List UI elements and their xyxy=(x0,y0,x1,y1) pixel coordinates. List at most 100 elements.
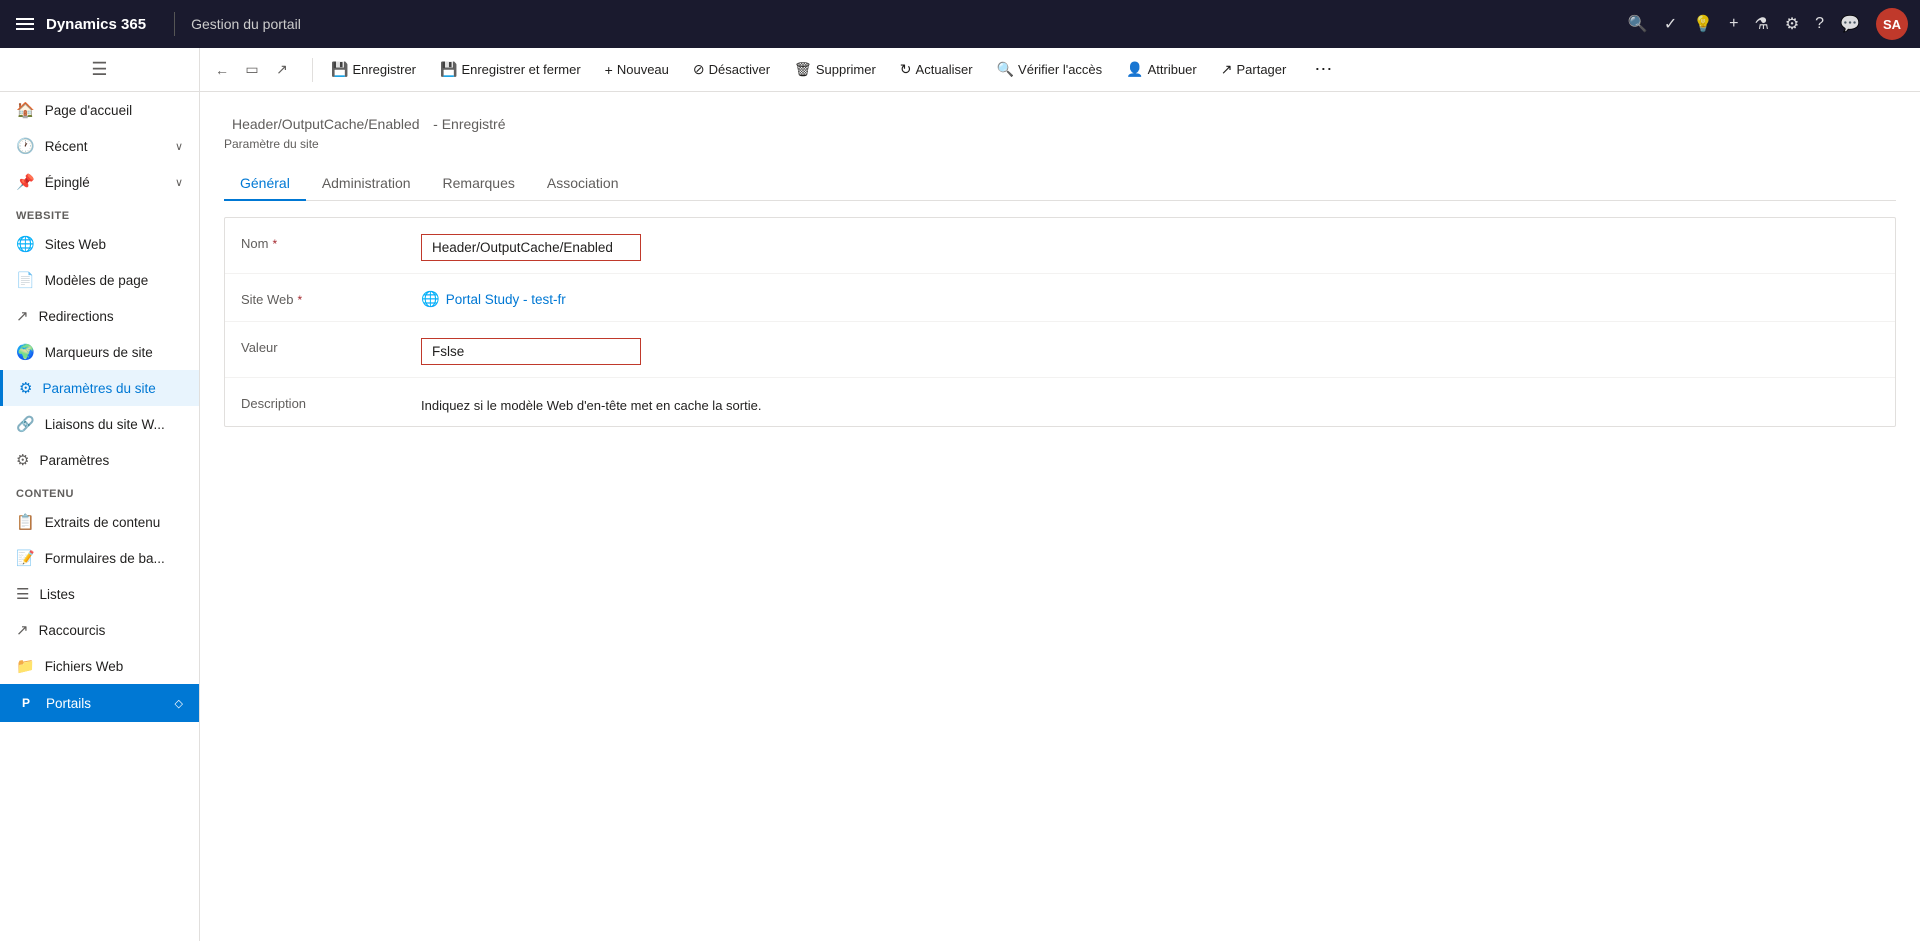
form-row-description: Description Indiquez si le modèle Web d'… xyxy=(225,378,1895,426)
sidebar-label-marqueurs: Marqueurs de site xyxy=(45,345,153,360)
sidebar-item-home[interactable]: 🏠 Page d'accueil xyxy=(0,92,199,128)
cmd-sep-1 xyxy=(312,58,313,82)
site-web-value: 🌐 Portal Study - test-fr xyxy=(421,286,1879,308)
plus-icon[interactable]: + xyxy=(1729,15,1738,33)
parametres-icon: ⚙ xyxy=(16,451,29,469)
tab-general[interactable]: Général xyxy=(224,167,306,201)
back-button[interactable]: ← xyxy=(208,56,236,84)
new-button[interactable]: + Nouveau xyxy=(595,58,679,82)
valeur-label: Valeur xyxy=(241,334,421,355)
nom-label: Nom * xyxy=(241,230,421,251)
gear-icon[interactable]: ⚙ xyxy=(1785,14,1799,34)
delete-label: Supprimer xyxy=(816,62,876,77)
sites-web-icon: 🌐 xyxy=(16,235,35,253)
sidebar-item-liaisons[interactable]: 🔗 Liaisons du site W... xyxy=(0,406,199,442)
bulb-icon[interactable]: 💡 xyxy=(1693,14,1713,34)
sidebar-item-parametres[interactable]: ⚙ Paramètres xyxy=(0,442,199,478)
home-icon: 🏠 xyxy=(16,101,35,119)
verify-button[interactable]: 🔍 Vérifier l'accès xyxy=(987,57,1113,82)
description-value: Indiquez si le modèle Web d'en-tête met … xyxy=(421,390,1879,413)
filter-icon[interactable]: ⚗ xyxy=(1754,14,1768,34)
assign-label: Attribuer xyxy=(1148,62,1197,77)
form-row-valeur: Valeur xyxy=(225,322,1895,378)
tab-administration[interactable]: Administration xyxy=(306,167,427,201)
site-web-link-text: Portal Study - test-fr xyxy=(446,292,566,307)
pinned-icon: 📌 xyxy=(16,173,35,191)
delete-button[interactable]: 🗑 Supprimer xyxy=(784,57,886,82)
refresh-icon: ↻ xyxy=(900,61,912,78)
nav-buttons: ← ▭ ↗ xyxy=(208,56,296,84)
share-icon: ↗ xyxy=(1221,61,1233,78)
sidebar-item-portals[interactable]: P Portails ◇ xyxy=(0,684,199,722)
check-icon[interactable]: ✓ xyxy=(1664,14,1677,34)
more-button[interactable]: ⋯ xyxy=(1304,55,1342,84)
form-button[interactable]: ▭ xyxy=(238,56,266,84)
sidebar-label-liaisons: Liaisons du site W... xyxy=(45,417,165,432)
save-close-icon: 💾 xyxy=(440,61,457,78)
nom-value xyxy=(421,230,1879,261)
sidebar-item-formulaires[interactable]: 📝 Formulaires de ba... xyxy=(0,540,199,576)
page-title: Header/OutputCache/Enabled - Enregistré xyxy=(224,112,1896,135)
refresh-button[interactable]: ↻ Actualiser xyxy=(890,57,983,82)
sidebar-label-redirections: Redirections xyxy=(39,309,114,324)
tab-association[interactable]: Association xyxy=(531,167,635,201)
sidebar-item-recent[interactable]: 🕐 Récent ∨ xyxy=(0,128,199,164)
listes-icon: ☰ xyxy=(16,585,29,603)
app-grid-icon[interactable] xyxy=(12,14,38,34)
redirections-icon: ↗ xyxy=(16,307,29,325)
deactivate-icon: ⊘ xyxy=(693,61,705,78)
page-status: - Enregistré xyxy=(433,116,505,132)
site-web-required: * xyxy=(298,293,303,307)
share-label: Partager xyxy=(1236,62,1286,77)
assign-button[interactable]: 👤 Attribuer xyxy=(1116,57,1207,82)
share-button[interactable]: ↗ Partager xyxy=(1211,57,1297,82)
sidebar-label-parametres: Paramètres xyxy=(39,453,109,468)
command-bar: ← ▭ ↗ 💾 Enregistrer 💾 Enregistrer et fer… xyxy=(200,48,1920,92)
save-button[interactable]: 💾 Enregistrer xyxy=(321,57,426,82)
open-button[interactable]: ↗ xyxy=(268,56,296,84)
portals-icon: P xyxy=(16,693,36,713)
search-icon[interactable]: 🔍 xyxy=(1628,14,1648,34)
extraits-icon: 📋 xyxy=(16,513,35,531)
help-icon[interactable]: ? xyxy=(1815,15,1824,33)
sidebar-item-listes[interactable]: ☰ Listes xyxy=(0,576,199,612)
formulaires-icon: 📝 xyxy=(16,549,35,567)
sidebar-item-modeles[interactable]: 📄 Modèles de page xyxy=(0,262,199,298)
website-section: Website xyxy=(0,200,199,226)
tab-remarques[interactable]: Remarques xyxy=(427,167,531,201)
nom-input[interactable] xyxy=(421,234,641,261)
sidebar-item-redirections[interactable]: ↗ Redirections xyxy=(0,298,199,334)
form-row-site-web: Site Web * 🌐 Portal Study - test-fr xyxy=(225,274,1895,322)
page-subtitle: Paramètre du site xyxy=(224,137,1896,151)
sidebar-label-recent: Récent xyxy=(45,139,88,154)
sidebar-label-portals: Portails xyxy=(46,696,91,711)
topbar-divider xyxy=(174,12,175,36)
save-icon: 💾 xyxy=(331,61,348,78)
sidebar-label-formulaires: Formulaires de ba... xyxy=(45,551,165,566)
sidebar-toggle[interactable]: ☰ xyxy=(0,48,199,92)
pinned-expand-icon: ∨ xyxy=(175,176,183,189)
deactivate-button[interactable]: ⊘ Désactiver xyxy=(683,57,780,82)
save-close-button[interactable]: 💾 Enregistrer et fermer xyxy=(430,57,591,82)
recent-expand-icon: ∨ xyxy=(175,140,183,153)
form-container: Nom * Site Web * 🌐 Portal Study - test-f… xyxy=(224,217,1896,427)
form-row-nom: Nom * xyxy=(225,218,1895,274)
sidebar-item-pinned[interactable]: 📌 Épinglé ∨ xyxy=(0,164,199,200)
save-label: Enregistrer xyxy=(352,62,416,77)
sidebar-item-extraits[interactable]: 📋 Extraits de contenu xyxy=(0,504,199,540)
sidebar-item-sites-web[interactable]: 🌐 Sites Web xyxy=(0,226,199,262)
sidebar-item-parametres-site[interactable]: ⚙ Paramètres du site xyxy=(0,370,199,406)
contenu-section: Contenu xyxy=(0,478,199,504)
site-web-link[interactable]: 🌐 Portal Study - test-fr xyxy=(421,290,1879,308)
brand: Dynamics 365 xyxy=(46,16,146,33)
sidebar-item-marqueurs[interactable]: 🌍 Marqueurs de site xyxy=(0,334,199,370)
portals-expand-icon: ◇ xyxy=(175,697,183,710)
chat-icon[interactable]: 💬 xyxy=(1840,14,1860,34)
sidebar-label-pinned: Épinglé xyxy=(45,175,90,190)
user-avatar[interactable]: SA xyxy=(1876,8,1908,40)
valeur-input[interactable] xyxy=(421,338,641,365)
sidebar-label-raccourcis: Raccourcis xyxy=(39,623,106,638)
sidebar-item-fichiers[interactable]: 📁 Fichiers Web xyxy=(0,648,199,684)
topbar: Dynamics 365 Gestion du portail 🔍 ✓ 💡 + … xyxy=(0,0,1920,48)
sidebar-item-raccourcis[interactable]: ↗ Raccourcis xyxy=(0,612,199,648)
